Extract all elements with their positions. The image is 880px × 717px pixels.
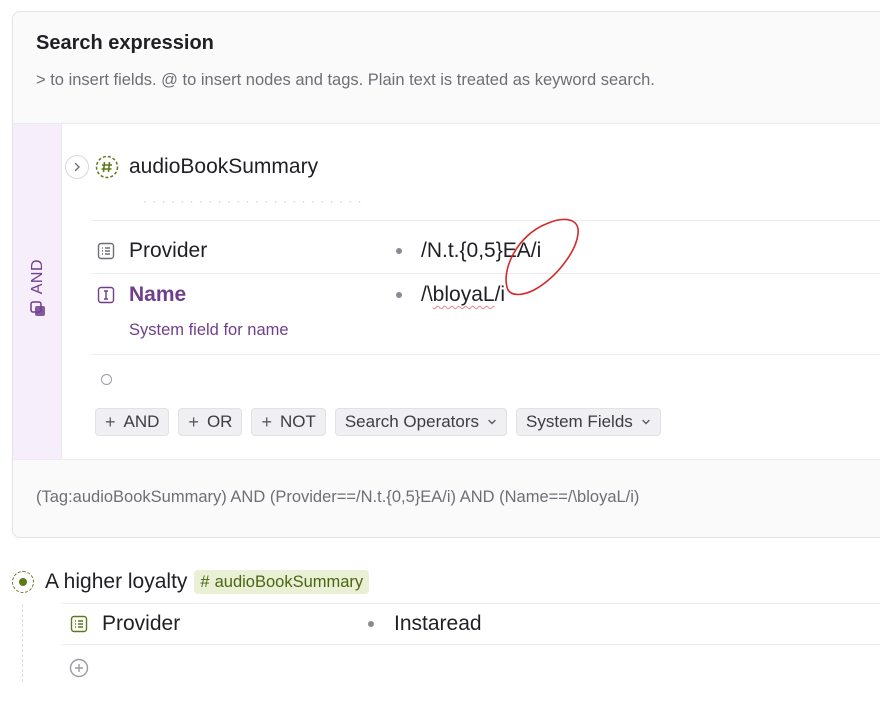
tag-chip[interactable]: # audioBookSummary — [194, 570, 370, 594]
list-field-icon — [97, 242, 115, 260]
value-bullet — [396, 248, 402, 254]
chevron-down-icon — [488, 419, 496, 425]
and-operator-rail[interactable]: AND — [13, 124, 62, 459]
field-name[interactable]: Name — [129, 283, 186, 307]
chip-label: OR — [206, 412, 233, 431]
tag-condition-row[interactable]: audioBookSummary — [65, 152, 318, 182]
empty-bullet[interactable] — [101, 374, 112, 385]
tag-name[interactable]: audioBookSummary — [129, 155, 318, 179]
page-title: Search expression — [36, 32, 214, 54]
value-suffix: /i — [494, 283, 506, 306]
value-prefix: /\ — [421, 283, 433, 306]
result-node[interactable]: A higher loyalty # audioBookSummary — [12, 568, 370, 596]
field-name[interactable]: Provider — [102, 612, 180, 636]
chevron-down-icon — [642, 419, 650, 425]
system-fields-dropdown[interactable]: System Fields — [516, 408, 661, 436]
and-operator-icon — [30, 301, 45, 317]
field-name[interactable]: Provider — [129, 239, 207, 263]
hash-tag-icon — [95, 155, 119, 179]
plus-icon: + — [105, 411, 116, 432]
search-expression-card: Search expression > to insert fields. @ … — [12, 11, 880, 538]
tag-chip-label: audioBookSummary — [214, 572, 364, 591]
field-row-name[interactable]: Name /\bloyaL/i — [91, 274, 505, 316]
value-bullet — [396, 292, 402, 298]
search-hint: > to insert fields. @ to insert nodes an… — [36, 71, 655, 89]
and-operator-label[interactable]: AND — [23, 259, 53, 329]
field-value[interactable]: /\bloyaL/i — [421, 283, 505, 307]
search-operators-dropdown[interactable]: Search Operators — [334, 408, 508, 436]
hash-tag-icon: # — [200, 572, 210, 591]
value-bullet — [368, 621, 374, 627]
field-value[interactable]: Instaread — [394, 612, 482, 636]
indent-guide — [22, 604, 23, 682]
chip-label: AND — [123, 412, 160, 431]
result-field-row[interactable]: Provider Instaread — [62, 603, 880, 645]
query-preview-footer: (Tag:audioBookSummary) AND (Provider==/N… — [13, 459, 880, 537]
row-divider — [91, 354, 880, 355]
and-operator-text: AND — [29, 259, 46, 295]
row-divider — [91, 220, 880, 221]
expression-editor: AND audioBookSummary · · · · · · · · · · — [13, 124, 880, 459]
system-field-description: System field for name — [129, 321, 289, 339]
add-circle-icon[interactable] — [69, 658, 89, 678]
chip-label: NOT — [279, 412, 316, 431]
row-divider — [91, 273, 880, 274]
operator-buttons: + AND + OR + NOT Search Operators System Fi… — [95, 408, 661, 436]
chip-label: Search Operators — [344, 412, 480, 431]
plus-icon: + — [188, 411, 199, 432]
misspelled-text: bloyaL — [432, 283, 495, 306]
text-cursor-field-icon — [97, 286, 115, 304]
card-header: Search expression > to insert fields. @ … — [13, 12, 880, 124]
node-title[interactable]: A higher loyalty — [45, 570, 187, 594]
node-bullet-icon[interactable] — [12, 571, 34, 593]
field-value[interactable]: /N.t.{0,5}EA/i — [421, 239, 541, 263]
add-and-button[interactable]: + AND — [95, 408, 170, 436]
add-or-button[interactable]: + OR — [178, 408, 243, 436]
field-row-provider[interactable]: Provider /N.t.{0,5}EA/i — [91, 230, 541, 272]
add-not-button[interactable]: + NOT — [251, 408, 326, 436]
faded-description: · · · · · · · · · · · · · · · · · · · · … — [143, 194, 363, 208]
chevron-right-icon — [74, 162, 80, 172]
chip-label: System Fields — [526, 412, 633, 431]
list-field-icon — [70, 615, 88, 633]
query-preview: (Tag:audioBookSummary) AND (Provider==/N… — [36, 488, 640, 506]
expand-button[interactable] — [65, 155, 89, 179]
plus-icon: + — [261, 411, 272, 432]
